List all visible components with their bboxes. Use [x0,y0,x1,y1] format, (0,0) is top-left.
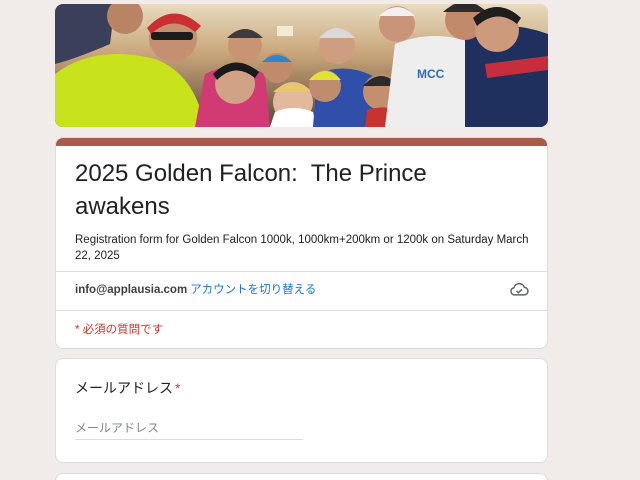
form-description: Registration form for Golden Falcon 1000… [75,234,529,262]
question-label: メールアドレス * [75,378,180,398]
divider [56,271,547,272]
question-card-next [55,473,548,480]
form-title: 2025 Golden Falcon: The Prince awakens [75,160,434,220]
form-page: MCC 2025 Golden Falcon: The Prince awake… [0,0,640,480]
account-row: info@applausia.com アカウントを切り替える [75,281,316,297]
switch-account-link[interactable]: アカウントを切り替える [190,284,316,296]
header-accent-bar [56,138,547,146]
question-title: メールアドレス [75,380,173,396]
cloud-save-icon[interactable] [509,281,529,297]
required-note: * 必須の質問です [75,324,164,336]
form-header-card: 2025 Golden Falcon: The Prince awakens R… [55,137,548,349]
required-asterisk: * [175,380,181,396]
svg-text:MCC: MCC [417,67,445,81]
divider [56,310,547,311]
question-card-email: メールアドレス * [55,358,548,463]
email-input[interactable] [75,417,303,440]
header-banner-image: MCC [55,4,548,127]
account-email: info@applausia.com [75,284,188,296]
